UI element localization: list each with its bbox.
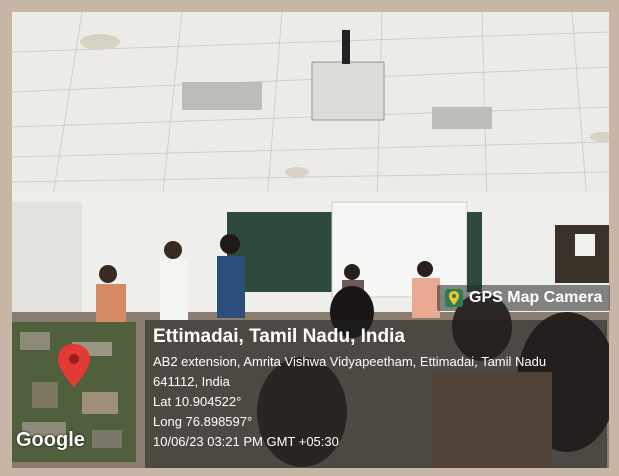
latitude: Lat 10.904522° [153, 394, 242, 409]
map-pin-icon [445, 289, 463, 307]
address-line-2: 641112, India [153, 374, 230, 389]
ceiling-fan [285, 167, 309, 177]
map-thumbnail: Google [12, 322, 136, 462]
address-line-1: AB2 extension, Amrita Vishwa Vidyapeetha… [153, 354, 547, 369]
ceiling-fan [80, 34, 120, 50]
datetime: 10/06/23 03:21 PM GMT +05:30 [153, 434, 339, 449]
gps-badge-label: GPS Map Camera [469, 289, 603, 306]
gps-map-camera-badge: GPS Map Camera [437, 285, 611, 311]
longitude: Long 76.898597° [153, 414, 253, 429]
ceiling-vent [432, 107, 492, 129]
projector-mount [342, 30, 350, 64]
projector [311, 61, 385, 121]
google-watermark: Google [16, 429, 85, 451]
photo-frame: GPS Map Camera Google Ettimadai, Tamil N… [0, 0, 619, 476]
location-info-panel: Ettimadai, Tamil Nadu, India AB2 extensi… [145, 320, 607, 468]
ceiling-vent [182, 82, 262, 110]
chalkboard [467, 212, 482, 292]
location-title: Ettimadai, Tamil Nadu, India [153, 326, 405, 347]
notice-paper [575, 234, 595, 256]
